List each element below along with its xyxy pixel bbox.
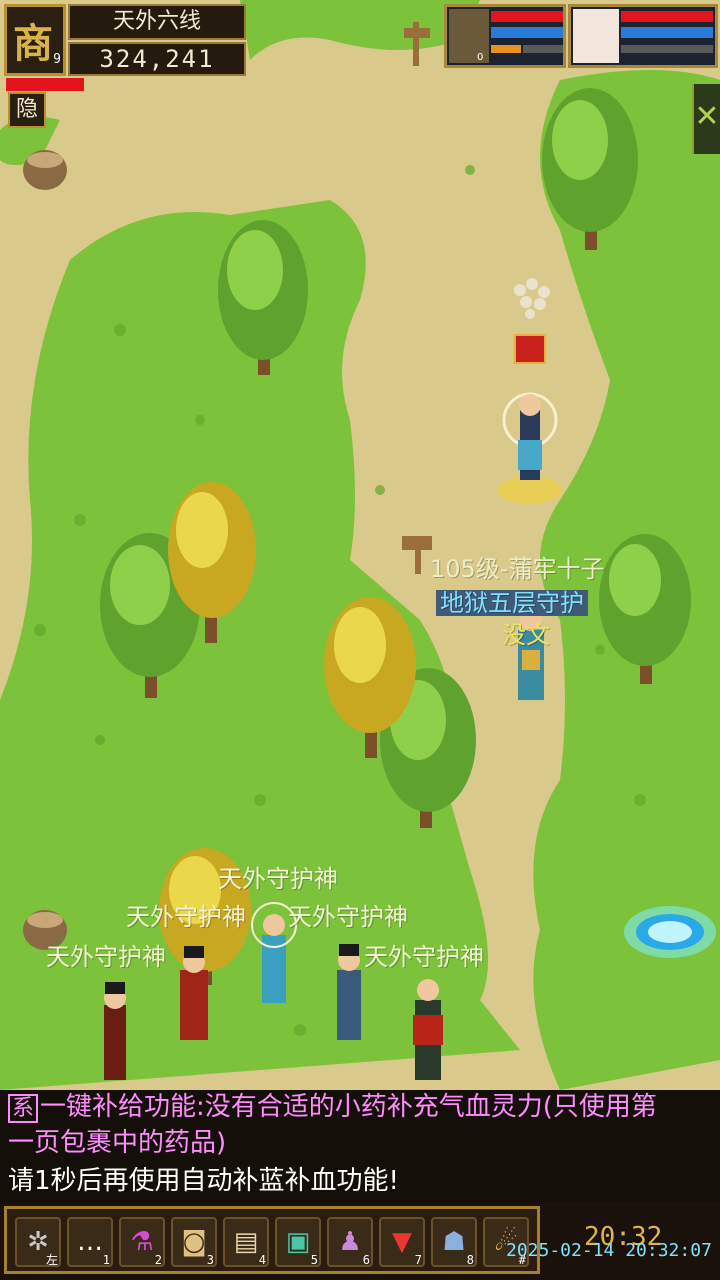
player-frame-exp-bar — [621, 45, 713, 53]
system-message-panel: 系一键补给功能:没有合适的小药补充气血灵力(只使用第 一页包裹中的药品) 请1秒… — [0, 1090, 720, 1202]
guardian-label[interactable]: 天外守护神 — [288, 904, 408, 930]
player-frame-mp-bar — [621, 27, 713, 38]
shortcut-key-label: 3 — [206, 1253, 214, 1267]
shortcut-slot[interactable]: ▼ 7 — [379, 1217, 425, 1267]
bag-icon: ◙ — [181, 1227, 207, 1257]
player-portrait[interactable]: 商 9 — [4, 4, 66, 76]
shortcut-key-label: 6 — [362, 1253, 370, 1267]
hide-ui-button[interactable]: 隐 — [8, 92, 46, 128]
pet-exp-empty — [523, 45, 563, 53]
system-message-line: 一页包裹中的药品) — [8, 1128, 227, 1158]
boss-name-label[interactable]: 没文 — [502, 622, 550, 648]
system-message-text: 一键补给功能:没有合适的小药补充气血灵力(只使用第 — [40, 1092, 657, 1122]
potion-icon: ⚗ — [130, 1227, 154, 1257]
chat-bubble-icon: … — [77, 1227, 103, 1257]
shortcut-bar: ✲ 左… 1 ⚗ 2 ◙ 3 ▤ 4 ▣ 5 ♟ 6 ▼ 7 ☗ 8 ☄ # — [4, 1206, 540, 1274]
guardian-label[interactable]: 天外守护神 — [218, 866, 338, 892]
shortcut-key-label: 左 — [45, 1253, 58, 1267]
shortcut-slot[interactable]: … 1 — [67, 1217, 113, 1267]
card-icon: ▣ — [285, 1227, 311, 1257]
player-status-panel: 商 9 天外六线 324,241 — [4, 4, 248, 76]
server-name: 天外六线 — [68, 4, 246, 40]
shortcut-key-label: 1 — [102, 1253, 110, 1267]
system-tag: 系 — [8, 1094, 39, 1123]
system-message-line: 请1秒后再使用自动补蓝补血功能! — [8, 1166, 399, 1196]
shortcut-slot[interactable]: ☗ 8 — [431, 1217, 477, 1267]
boss-title-label: 105级-蒲牢十子 — [430, 555, 605, 583]
friends-icon: ☗ — [442, 1227, 466, 1257]
shortcut-key-label: 7 — [414, 1253, 422, 1267]
party-frame-player[interactable] — [568, 4, 718, 68]
pet-mp-bar — [491, 27, 563, 38]
game-map[interactable]: 105级-蒲牢十子 地狱五层守护 没文 天外守护神 天外守护神 天外守护神 天外… — [0, 0, 720, 1090]
shortcut-slot[interactable]: ▣ 5 — [275, 1217, 321, 1267]
shortcut-slot[interactable]: ♟ 6 — [327, 1217, 373, 1267]
scroll-map-icon: ▤ — [233, 1227, 259, 1257]
player-frame-hp-bar — [621, 11, 713, 22]
screenshot-timestamp: 2025-02-14 20:32:07 — [506, 1240, 712, 1261]
flag-icon: ▼ — [392, 1227, 412, 1257]
shortcut-key-label: 8 — [466, 1253, 474, 1267]
shortcut-slot[interactable]: ◙ 3 — [171, 1217, 217, 1267]
player-face-portrait — [573, 9, 619, 63]
shortcut-slot[interactable]: ▤ 4 — [223, 1217, 269, 1267]
class-glyph: 商 — [13, 20, 53, 67]
guardian-label[interactable]: 天外守护神 — [126, 904, 246, 930]
shortcut-key-label: 5 — [310, 1253, 318, 1267]
shortcut-key-label: 2 — [154, 1253, 162, 1267]
expand-menu-icon[interactable]: ✕ — [692, 84, 720, 154]
team-icon: ♟ — [338, 1227, 362, 1257]
shortcut-slot[interactable]: ✲ 左 — [15, 1217, 61, 1267]
player-hp-bar — [6, 78, 84, 91]
money-counter: 324,241 — [68, 42, 246, 76]
pet-hp-bar — [491, 11, 563, 22]
pet-level: 0 — [477, 52, 484, 63]
guardian-label[interactable]: 天外守护神 — [364, 944, 484, 970]
boss-guild-label: 地狱五层守护 — [436, 590, 588, 616]
guardian-label[interactable]: 天外守护神 — [46, 944, 166, 970]
shortcut-key-label: 4 — [258, 1253, 266, 1267]
player-level: 9 — [53, 52, 61, 67]
shortcut-slot[interactable]: ⚗ 2 — [119, 1217, 165, 1267]
pet-exp-bar — [491, 45, 521, 53]
system-message-line: 系一键补给功能:没有合适的小药补充气血灵力(只使用第 — [8, 1090, 716, 1126]
party-frame-pet[interactable]: 0 — [444, 4, 566, 68]
